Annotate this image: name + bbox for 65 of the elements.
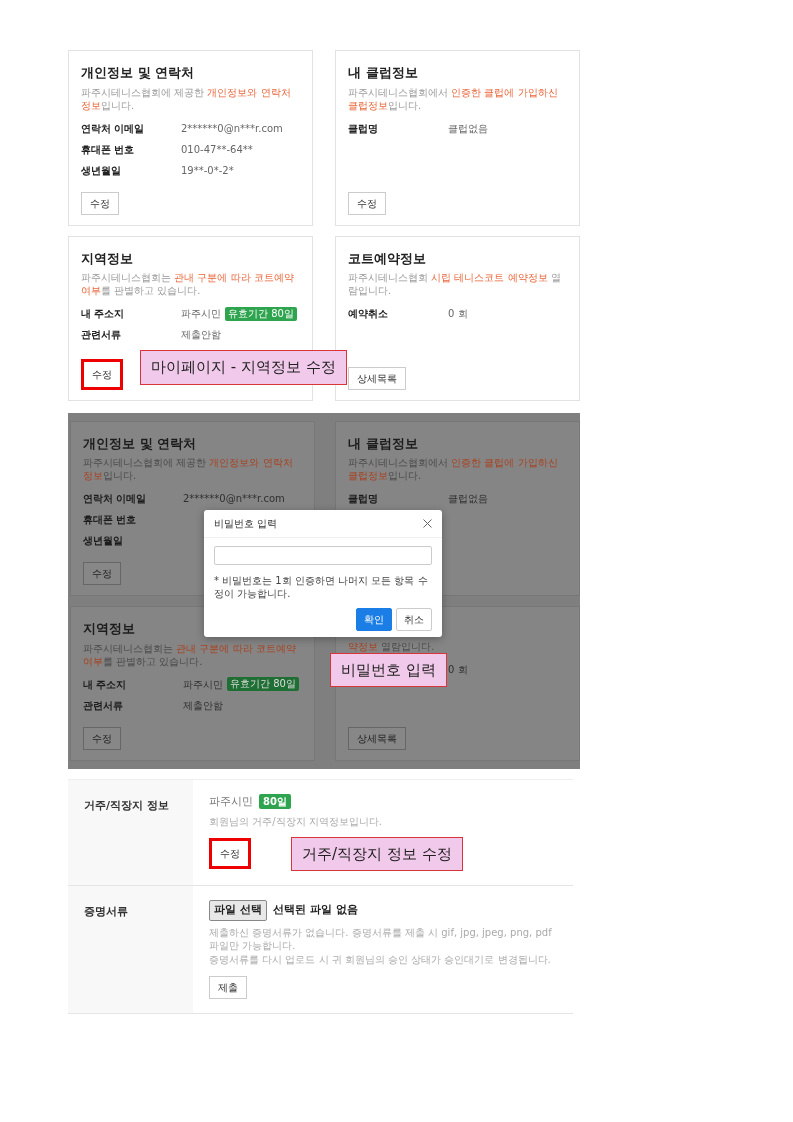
field-value: 클럽없음 [448,492,488,506]
submit-button[interactable]: 제출 [209,976,247,999]
field-value: 010-47**-64** [181,142,253,157]
annotation-label: 마이페이지 - 지역정보 수정 [140,350,347,385]
card-title: 개인정보 및 연락처 [83,435,197,451]
field-label: 연락처 이메일 [83,492,147,506]
field-label: 연락처 이메일 [81,121,145,136]
field-value: 0 회 [448,307,468,321]
password-field[interactable] [214,546,432,565]
annotation-label: 비밀번호 입력 [330,652,447,687]
card-title: 코트예약정보 [348,250,426,266]
card-description: 파주시테니스협회에서 인증한 클럽에 가입하신 클럽정보입니다. [348,85,559,112]
edit-button[interactable]: 수정 [81,358,123,390]
help-text: 제출하신 증명서류가 없습니다. 증명서류를 제출 시 gif, jpg, jpeg, png, pdf 파일만 가능합니다. [209,925,553,953]
field-value: 0 회 [448,663,468,677]
field-value: 파주시민 [181,307,221,321]
card-title: 내 클럽정보 [348,65,418,80]
file-status: 선택된 파일 없음 [272,902,358,918]
card-description: 파주시테니스협회 시립 테니스코트 예약정보 열람입니다. [348,271,562,297]
field-value: 제출안함 [183,698,223,713]
card-title: 지역정보 [81,250,133,266]
edit-button[interactable]: 수정 [81,191,119,215]
row-label: 증명서류 [84,904,128,920]
field-value: 제출안함 [181,328,221,342]
field-label: 생년월일 [81,163,121,178]
field-value: 19**-0*-2* [181,163,234,178]
field-value: 파주시민 [183,677,223,692]
field-label: 클럽명 [348,492,378,506]
edit-button[interactable]: 수정 [83,726,121,750]
confirm-button[interactable]: 확인 [356,607,392,631]
field-label: 관련서류 [81,328,121,342]
status-badge: 유효기간 80일 [225,306,297,321]
edit-button[interactable]: 상세목록 [348,366,406,390]
card-description: 파주시테니스협회에 제공한 개인정보와 연락처 정보입니다. [81,85,292,112]
card-title: 지역정보 [83,621,135,636]
status-text: 파주시민 [209,793,253,810]
card-description: 파주시테니스협회는 관내 구분에 따라 코트예약 여부를 판별하고 있습니다. [81,271,295,297]
edit-button[interactable]: 수정 [348,191,386,215]
help-text: 회원님의 거주/직장지 지역정보입니다. [209,815,383,829]
annotation-label: 거주/직장지 정보 수정 [291,836,463,871]
field-label: 생년월일 [83,534,123,548]
file-choose-button[interactable]: 파일 선택 [209,900,267,921]
help-text: * 비밀번호는 1회 인증하면 나머지 모든 항목 수정이 가능합니다. [214,573,429,600]
close-icon[interactable] [423,518,432,528]
row-label: 거주/직장지 정보 [84,797,169,814]
field-label: 관련서류 [83,698,123,713]
status-badge: 유효기간 80일 [227,677,299,691]
edit-button[interactable]: 상세목록 [348,726,406,750]
field-value: 2******0@n***r.com [181,121,283,136]
help-text: 증명서류를 다시 업로드 시 귀 회원님의 승인 상태가 승인대기로 변경됩니다. [209,952,552,966]
field-label: 휴대폰 번호 [81,142,135,157]
field-label: 내 주소지 [81,307,125,321]
card-title: 내 클럽정보 [348,435,418,451]
edit-button[interactable]: 수정 [209,838,251,870]
field-label: 예약취소 [348,307,388,321]
dialog-title: 비밀번호 입력 [214,516,278,531]
field-label: 클럽명 [348,121,378,136]
field-value: 2******0@n***r.com [183,492,285,506]
card-title: 개인정보 및 연락처 [81,65,195,80]
field-label: 내 주소지 [83,677,127,692]
field-value: 클럽없음 [448,121,488,136]
field-label: 휴대폰 번호 [83,513,137,527]
status-badge: 80일 [259,794,291,810]
cancel-button[interactable]: 취소 [396,607,432,631]
edit-button[interactable]: 수정 [83,562,121,585]
